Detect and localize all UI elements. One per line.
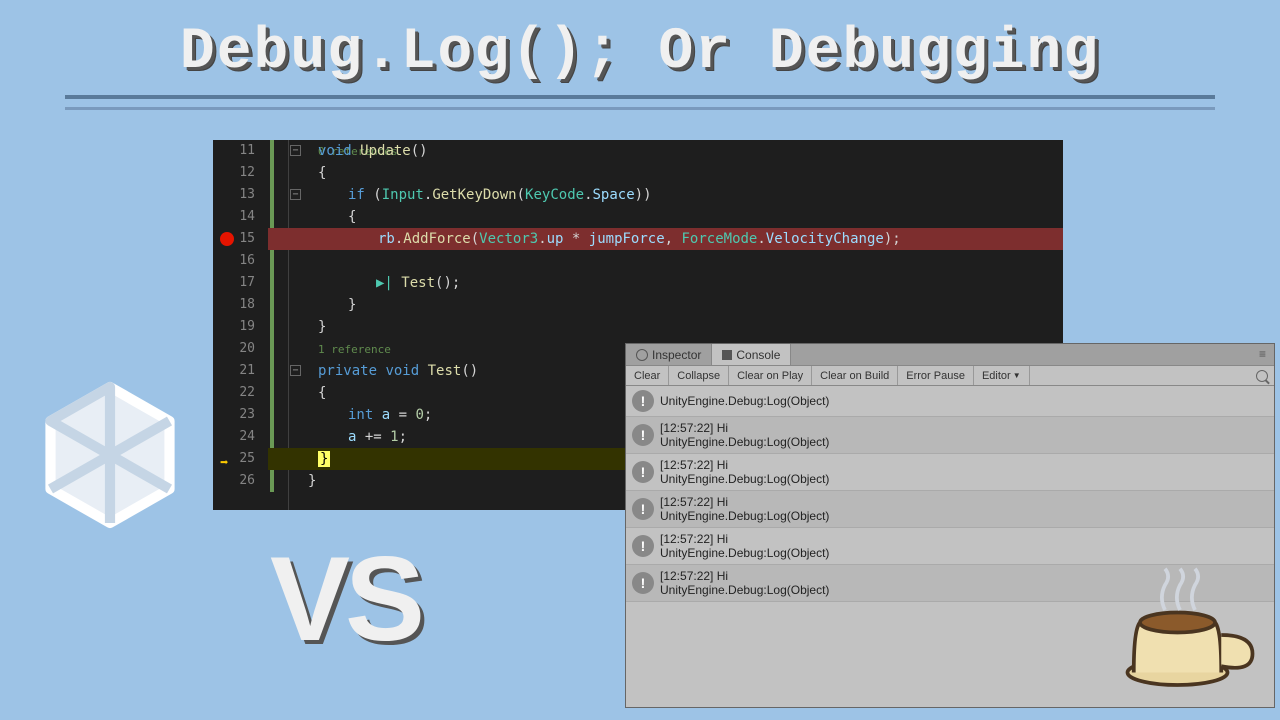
search-icon <box>1256 370 1268 382</box>
execution-arrow-icon: ➡ <box>220 452 228 474</box>
console-icon <box>722 350 732 360</box>
editor-dropdown[interactable]: Editor▼ <box>974 366 1030 385</box>
unity-logo-icon <box>25 370 195 540</box>
info-icon: ! <box>632 461 654 483</box>
tab-inspector[interactable]: Inspector <box>626 344 712 365</box>
info-icon: ! <box>632 424 654 446</box>
page-title: Debug.Log(); Or Debugging <box>0 0 1280 95</box>
console-search[interactable] <box>1250 366 1274 385</box>
tab-console[interactable]: Console <box>712 344 791 365</box>
title-underline-2 <box>65 107 1215 110</box>
breakpoint-icon[interactable] <box>220 232 234 246</box>
error-pause-button[interactable]: Error Pause <box>898 366 974 385</box>
vs-label: VS <box>270 530 420 668</box>
code-lens[interactable]: 1 reference <box>318 343 391 356</box>
log-entry[interactable]: !UnityEngine.Debug:Log(Object) <box>626 386 1274 417</box>
chevron-down-icon: ▼ <box>1013 371 1021 380</box>
info-icon: ! <box>632 390 654 412</box>
info-icon: ! <box>632 572 654 594</box>
tab-menu-icon[interactable]: ≡ <box>1251 344 1274 365</box>
coffee-cup-icon <box>1115 565 1265 705</box>
clear-on-play-button[interactable]: Clear on Play <box>729 366 812 385</box>
log-entry[interactable]: ![12:57:22] HiUnityEngine.Debug:Log(Obje… <box>626 528 1274 565</box>
info-icon: ! <box>632 535 654 557</box>
play-icon: ▶| <box>376 275 393 291</box>
clear-button[interactable]: Clear <box>626 366 669 385</box>
title-underline <box>65 95 1215 99</box>
log-entry[interactable]: ![12:57:22] HiUnityEngine.Debug:Log(Obje… <box>626 491 1274 528</box>
breakpoint-line[interactable]: rb.AddForce(Vector3.up * jumpForce, Forc… <box>268 228 1063 250</box>
clear-on-build-button[interactable]: Clear on Build <box>812 366 898 385</box>
collapse-button[interactable]: Collapse <box>669 366 729 385</box>
line-numbers: 11121314151617181920212223242526 <box>213 140 263 492</box>
log-entry[interactable]: ![12:57:22] HiUnityEngine.Debug:Log(Obje… <box>626 454 1274 491</box>
inspector-icon <box>636 349 648 361</box>
console-tabs: Inspector Console ≡ <box>626 344 1274 366</box>
log-entry[interactable]: ![12:57:22] HiUnityEngine.Debug:Log(Obje… <box>626 417 1274 454</box>
console-toolbar: Clear Collapse Clear on Play Clear on Bu… <box>626 366 1274 386</box>
info-icon: ! <box>632 498 654 520</box>
